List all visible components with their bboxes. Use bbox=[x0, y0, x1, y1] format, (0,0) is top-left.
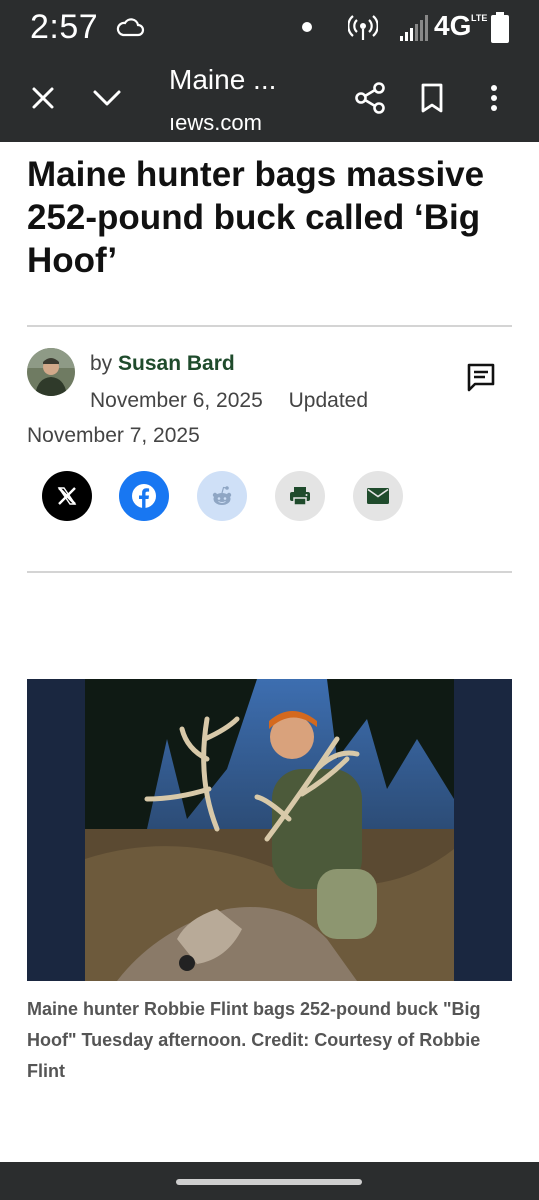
share-reddit-button[interactable] bbox=[197, 471, 247, 521]
share-print-button[interactable] bbox=[275, 471, 325, 521]
page-url[interactable]: ıews.com bbox=[169, 110, 262, 136]
author-link[interactable]: Susan Bard bbox=[118, 352, 235, 375]
email-icon bbox=[367, 488, 389, 504]
comment-icon[interactable] bbox=[464, 360, 498, 394]
page-title[interactable]: Maine ... bbox=[169, 64, 276, 96]
network-type: 4G bbox=[434, 10, 472, 41]
status-bar: 2:57 4G LTE bbox=[0, 0, 539, 56]
network-subtype: LTE bbox=[471, 13, 488, 23]
byline: by Susan Bard bbox=[90, 352, 235, 376]
facebook-icon bbox=[132, 484, 156, 509]
share-facebook-button[interactable] bbox=[119, 471, 169, 521]
updated-date: November 7, 2025 bbox=[27, 424, 200, 447]
published-date: November 6, 2025 bbox=[90, 389, 263, 412]
share-icon[interactable] bbox=[352, 80, 388, 116]
home-gesture-handle[interactable] bbox=[176, 1179, 362, 1185]
signal-icon bbox=[400, 15, 428, 41]
photo-caption: Maine hunter Robbie Flint bags 252-pound… bbox=[27, 999, 481, 1081]
close-icon[interactable] bbox=[25, 80, 61, 116]
chevron-down-icon[interactable] bbox=[89, 80, 125, 116]
reddit-icon bbox=[212, 486, 232, 505]
browser-toolbar: Maine ... ıews.com bbox=[0, 56, 539, 142]
divider bbox=[27, 325, 512, 327]
status-time: 2:57 bbox=[30, 8, 99, 46]
battery-icon bbox=[491, 12, 509, 43]
hotspot-icon bbox=[348, 15, 378, 40]
article-photo[interactable] bbox=[27, 679, 512, 981]
share-email-button[interactable] bbox=[353, 471, 403, 521]
article-headline: Maine hunter bags massive 252-pound buck… bbox=[27, 155, 485, 280]
system-nav-bar bbox=[0, 1162, 539, 1200]
byline-prefix: by bbox=[90, 352, 113, 375]
bookmark-icon[interactable] bbox=[414, 80, 450, 116]
share-x-button[interactable] bbox=[42, 471, 92, 521]
print-icon bbox=[290, 487, 310, 506]
divider bbox=[27, 571, 512, 573]
updated-label: Updated bbox=[288, 389, 369, 412]
notification-dot-icon bbox=[302, 22, 312, 32]
more-vert-icon[interactable] bbox=[476, 80, 512, 116]
avatar[interactable] bbox=[27, 348, 75, 396]
x-icon bbox=[57, 487, 77, 505]
cloud-icon bbox=[116, 18, 145, 37]
date-line: November 6, 2025 Updated bbox=[90, 389, 368, 413]
